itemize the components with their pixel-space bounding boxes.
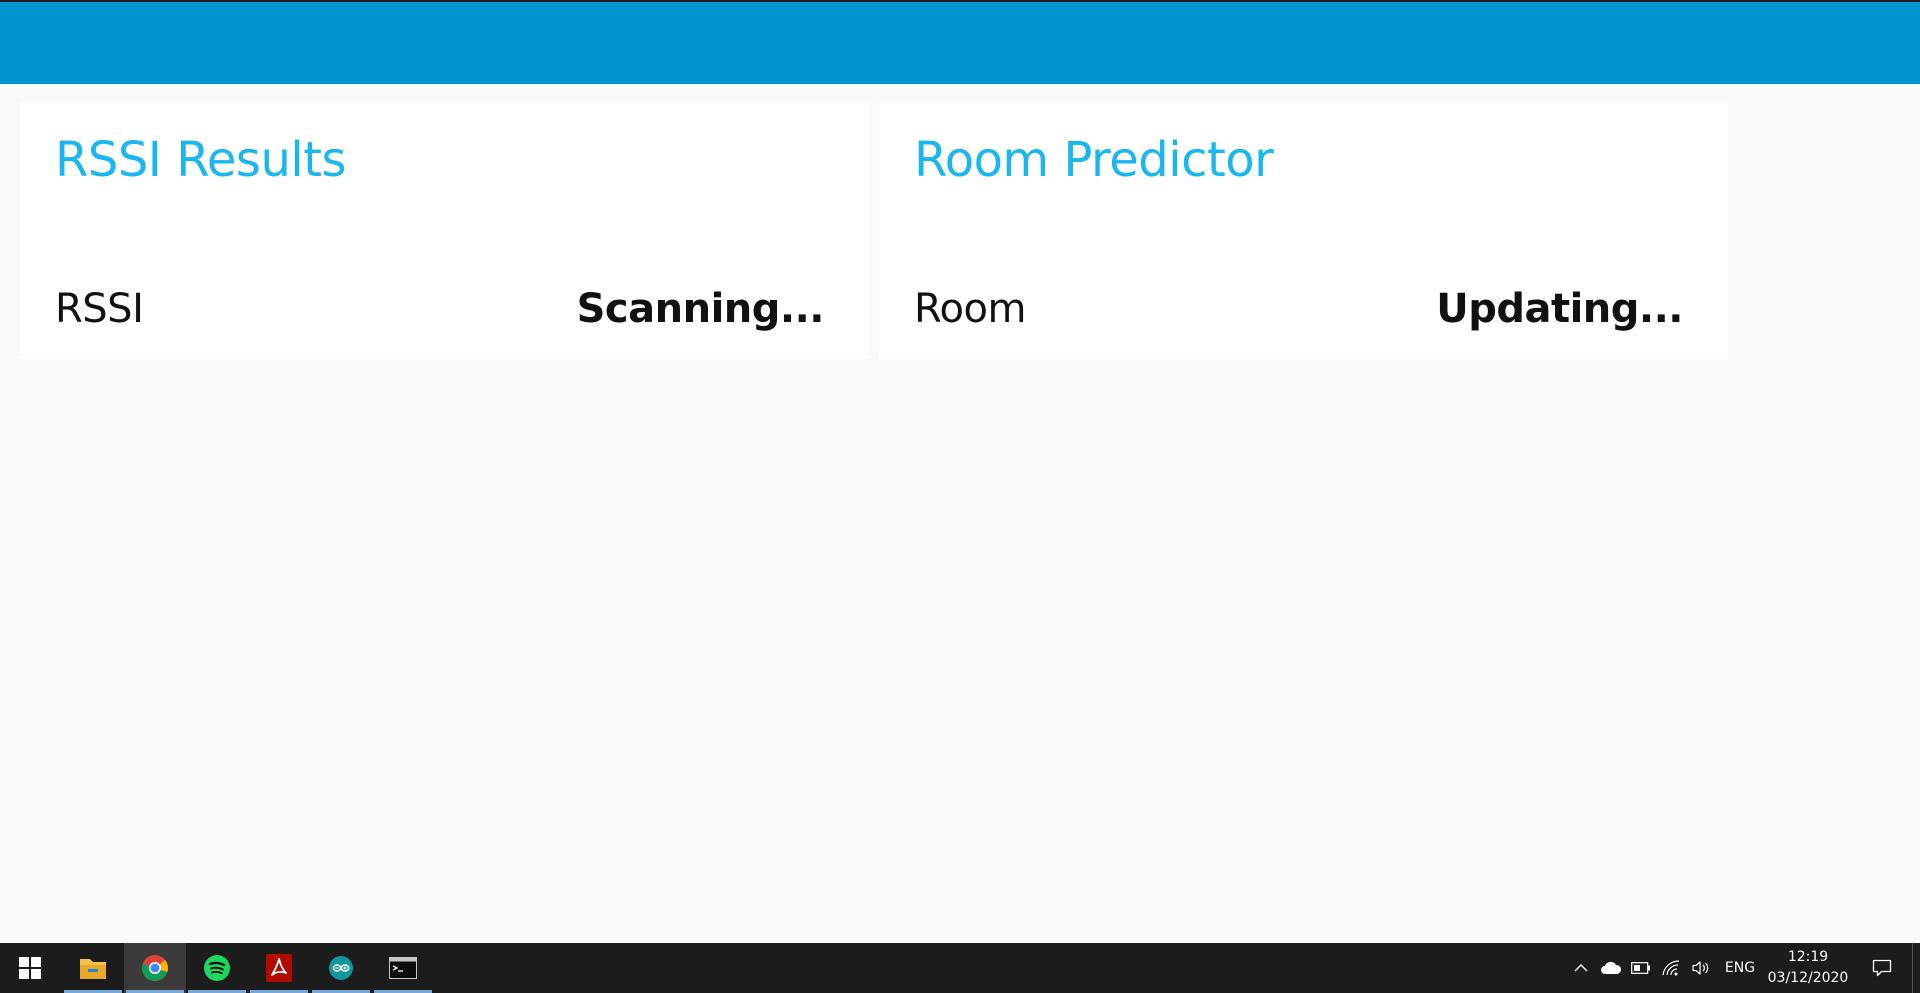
windows-taskbar: ENG 12:19 03/12/2020 bbox=[0, 943, 1920, 993]
taskbar-clock[interactable]: 12:19 03/12/2020 bbox=[1764, 943, 1852, 993]
acrobat-icon bbox=[266, 954, 292, 982]
network-button[interactable] bbox=[1658, 943, 1684, 993]
taskbar-app-file-explorer[interactable] bbox=[62, 943, 124, 993]
app-header-bar bbox=[0, 0, 1920, 84]
volume-button[interactable] bbox=[1688, 943, 1714, 993]
taskbar-app-acrobat[interactable] bbox=[248, 943, 310, 993]
show-desktop-button[interactable] bbox=[1912, 943, 1920, 993]
spotify-icon bbox=[204, 955, 230, 981]
taskbar-app-chrome[interactable] bbox=[124, 943, 186, 993]
rssi-value: Scanning... bbox=[576, 286, 825, 332]
arduino-icon bbox=[329, 956, 353, 980]
main-content: RSSI Results RSSI Scanning... Room Predi… bbox=[0, 84, 1920, 943]
clock-time: 12:19 bbox=[1787, 949, 1829, 965]
taskbar-app-terminal[interactable] bbox=[372, 943, 434, 993]
start-button[interactable] bbox=[0, 943, 60, 993]
card-title: Room Predictor bbox=[914, 132, 1274, 188]
input-language-indicator[interactable]: ENG bbox=[1722, 943, 1758, 993]
notification-icon bbox=[1872, 959, 1892, 977]
clock-date: 03/12/2020 bbox=[1767, 970, 1849, 986]
battery-button[interactable] bbox=[1628, 943, 1654, 993]
action-center-button[interactable] bbox=[1862, 943, 1902, 993]
windows-logo-icon bbox=[19, 957, 41, 979]
onedrive-icon bbox=[1601, 961, 1622, 974]
room-predictor-card: Room Predictor Room Updating... bbox=[879, 102, 1728, 359]
chrome-icon bbox=[141, 955, 168, 982]
show-hidden-icons-button[interactable] bbox=[1570, 943, 1592, 993]
room-label: Room bbox=[914, 286, 1026, 332]
rssi-label: RSSI bbox=[55, 286, 144, 332]
volume-icon bbox=[1692, 961, 1709, 975]
room-value: Updating... bbox=[1436, 286, 1683, 332]
wifi-icon bbox=[1662, 960, 1680, 976]
chevron-up-icon bbox=[1574, 964, 1588, 972]
card-title: RSSI Results bbox=[55, 132, 347, 188]
taskbar-app-arduino[interactable] bbox=[310, 943, 372, 993]
taskbar-app-spotify[interactable] bbox=[186, 943, 248, 993]
file-explorer-icon bbox=[80, 959, 106, 979]
rssi-results-card: RSSI Results RSSI Scanning... bbox=[20, 102, 869, 359]
terminal-icon bbox=[389, 957, 417, 979]
onedrive-button[interactable] bbox=[1598, 943, 1624, 993]
battery-icon bbox=[1631, 962, 1650, 974]
